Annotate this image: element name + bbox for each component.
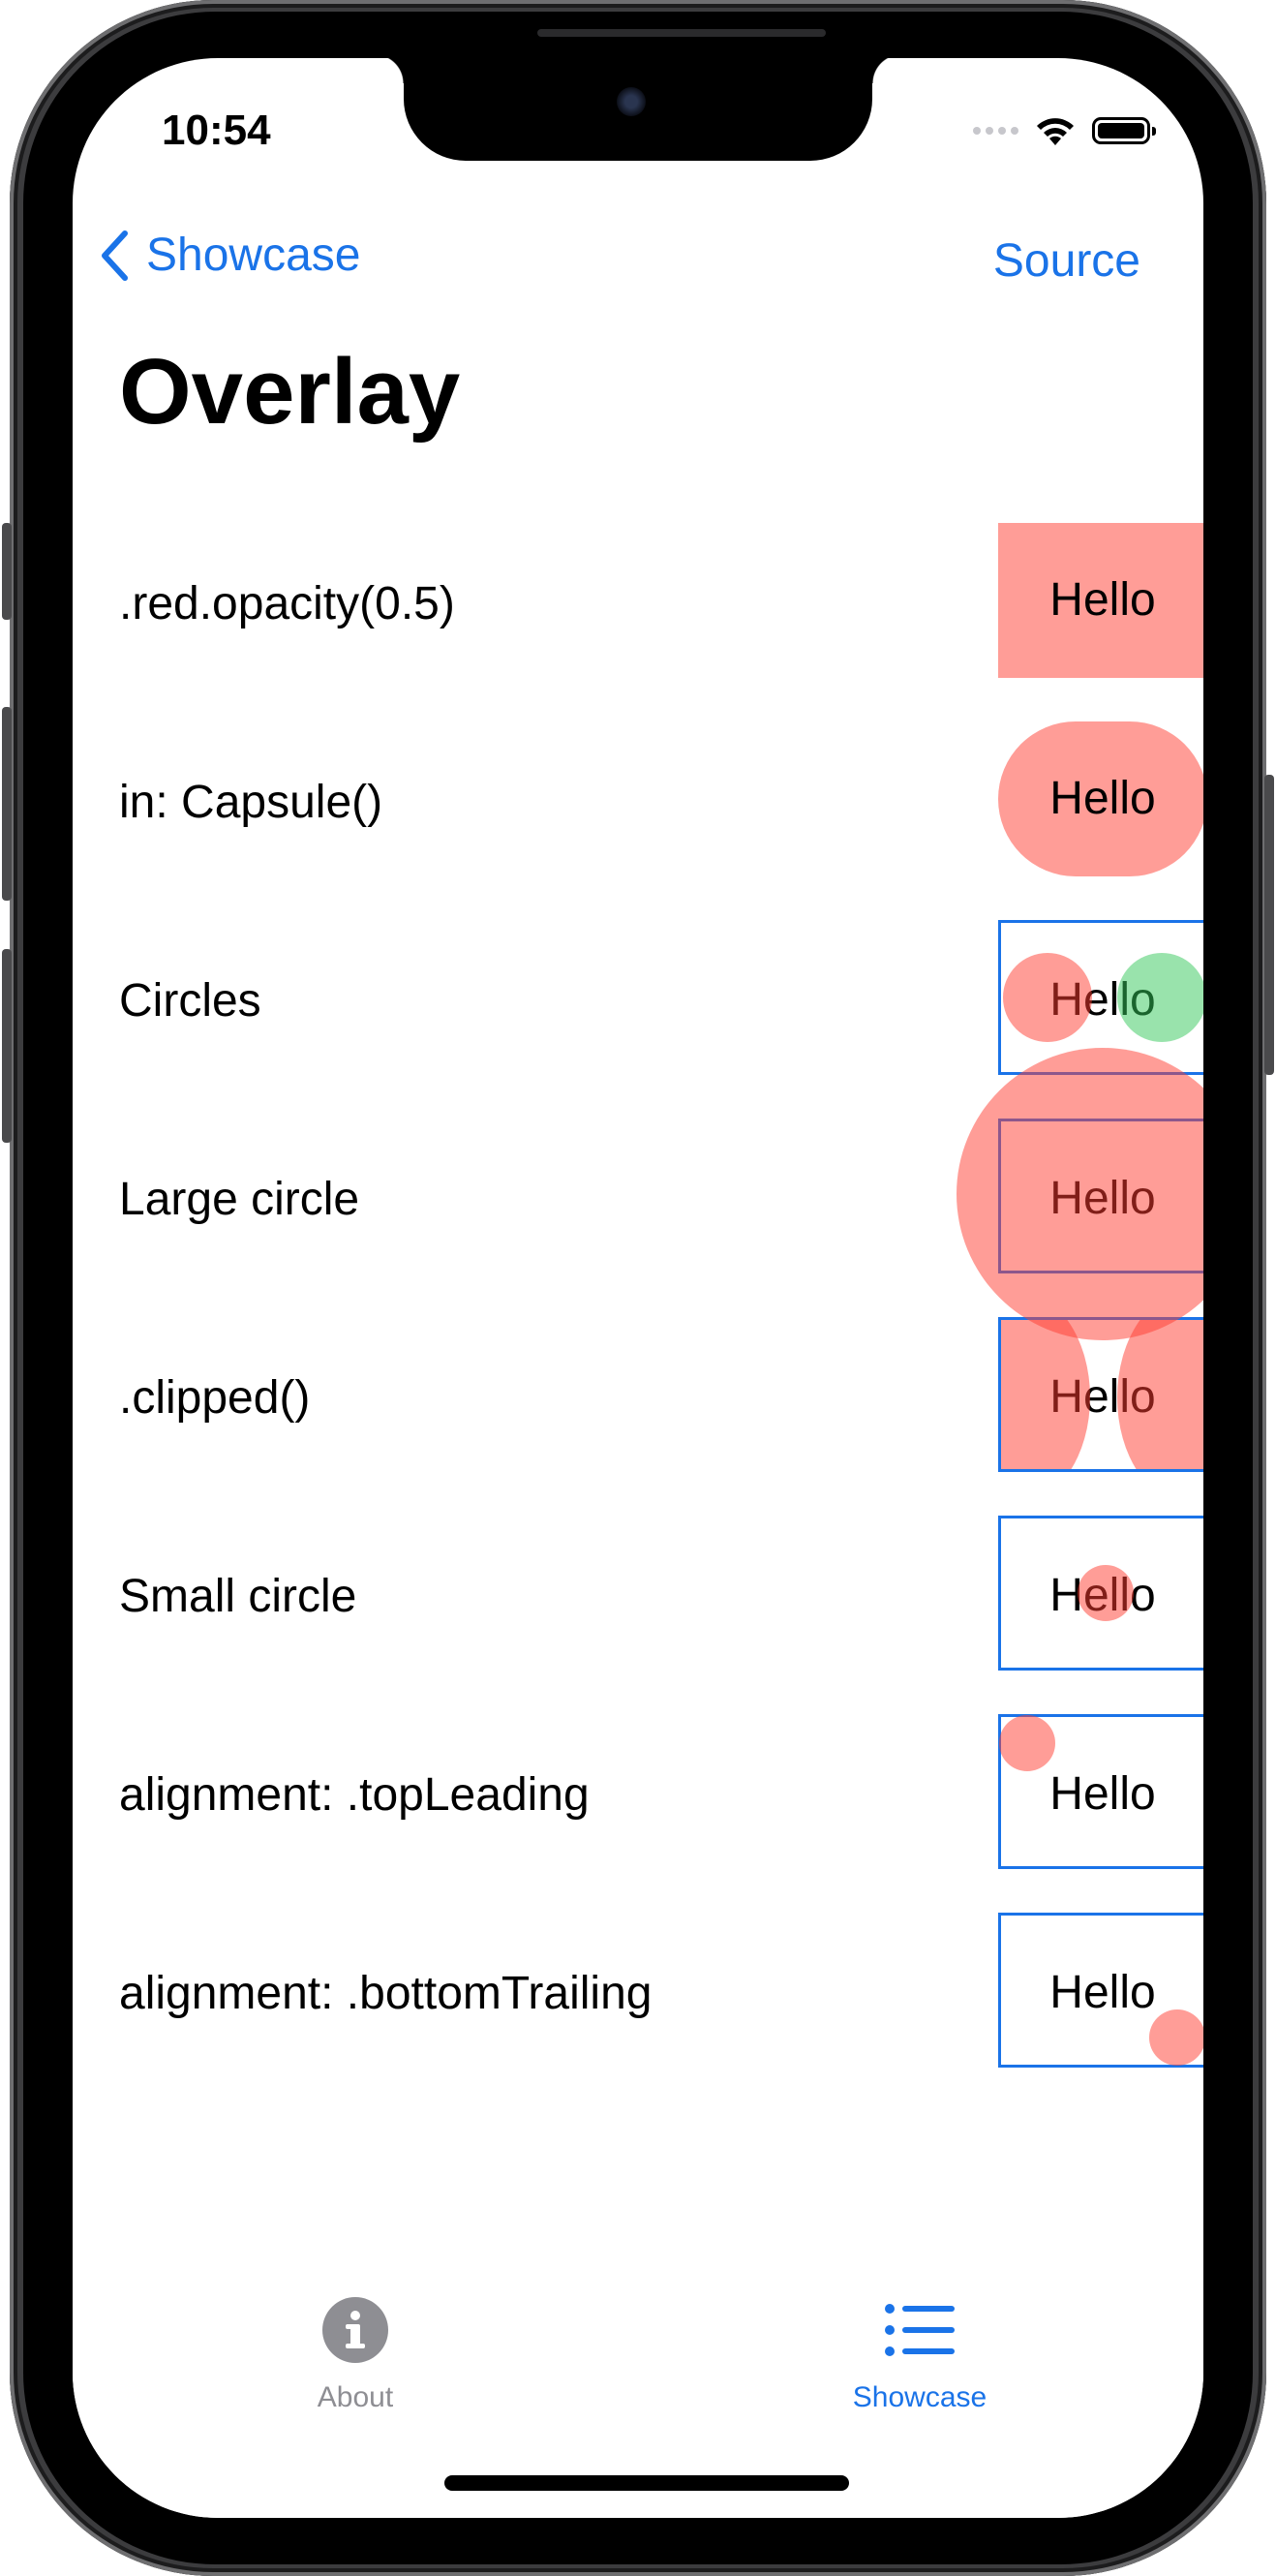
home-indicator[interactable] (444, 2475, 849, 2491)
overlay-sample-opacity: Hello (998, 523, 1203, 678)
tab-showcase[interactable]: Showcase (804, 2295, 1036, 2414)
volume-up-button (2, 707, 12, 901)
row-label: Small circle (119, 1571, 357, 1622)
volume-down-button (2, 949, 12, 1143)
row-label: alignment: .topLeading (119, 1769, 590, 1821)
overlay-sample-small-circle: Hello (998, 1516, 1203, 1671)
page-title: Overlay (119, 340, 461, 444)
back-button[interactable]: Showcase (100, 229, 360, 282)
screen: 10:54 Showcase Source Overlay .red.opaci… (73, 58, 1203, 2518)
sample-text: Hello (1049, 574, 1156, 626)
list-item: Circles Hello (119, 920, 1203, 1075)
list-item: .red.opacity(0.5) Hello (119, 523, 1203, 678)
row-label: Circles (119, 975, 261, 1027)
back-button-label: Showcase (146, 230, 361, 281)
row-label: in: Capsule() (119, 777, 383, 828)
source-button[interactable]: Source (993, 234, 1140, 288)
red-circle (1003, 953, 1092, 1042)
green-circle (1117, 953, 1203, 1042)
row-label: .clipped() (119, 1372, 311, 1424)
camera-icon (617, 87, 646, 116)
clipped-red-circle-right (1117, 1320, 1203, 1469)
overlay-sample-large-circle: Hello (957, 1048, 1203, 1340)
status-time: 10:54 (162, 107, 271, 154)
clipped-red-circle-left (1001, 1320, 1090, 1469)
list-item: Large circle Hello (119, 1048, 1203, 1340)
row-label: alignment: .bottomTrailing (119, 1968, 653, 2019)
list-item: alignment: .topLeading Hello (119, 1714, 1203, 1869)
tab-about[interactable]: About (239, 2295, 471, 2414)
power-button (1264, 775, 1274, 1075)
list-item: alignment: .bottomTrailing Hello (119, 1913, 1203, 2068)
mute-switch (2, 523, 12, 620)
list-item: .clipped() Hello (119, 1317, 1203, 1472)
chevron-left-icon (102, 230, 128, 281)
bottom-trailing-red-circle (1149, 2009, 1203, 2066)
top-leading-red-circle (999, 1715, 1055, 1771)
status-icons (973, 114, 1156, 147)
overlay-sample-top-leading: Hello (998, 1714, 1203, 1869)
cellular-signal-icon (973, 127, 1018, 135)
info-icon (322, 2297, 388, 2363)
large-red-circle (957, 1048, 1203, 1340)
list-icon (885, 2304, 955, 2356)
overlay-sample-bottom-trailing: Hello (998, 1913, 1203, 2068)
list-item: Small circle Hello (119, 1516, 1203, 1671)
overlay-sample-capsule: Hello (998, 721, 1203, 876)
small-red-circle (1078, 1565, 1134, 1621)
notch (375, 58, 901, 161)
overlay-sample-clipped: Hello (998, 1317, 1203, 1472)
row-label: Large circle (119, 1174, 360, 1225)
speaker-grille (537, 29, 826, 37)
tab-about-label: About (317, 2381, 394, 2413)
sample-text: Hello (1049, 773, 1156, 824)
tab-showcase-label: Showcase (852, 2381, 987, 2413)
battery-icon (1092, 117, 1156, 144)
sample-text: Hello (1049, 1768, 1156, 1820)
list-item: in: Capsule() Hello (119, 721, 1203, 876)
wifi-icon (1037, 118, 1074, 145)
phone-device: 10:54 Showcase Source Overlay .red.opaci… (0, 0, 1276, 2576)
row-label: .red.opacity(0.5) (119, 578, 455, 629)
